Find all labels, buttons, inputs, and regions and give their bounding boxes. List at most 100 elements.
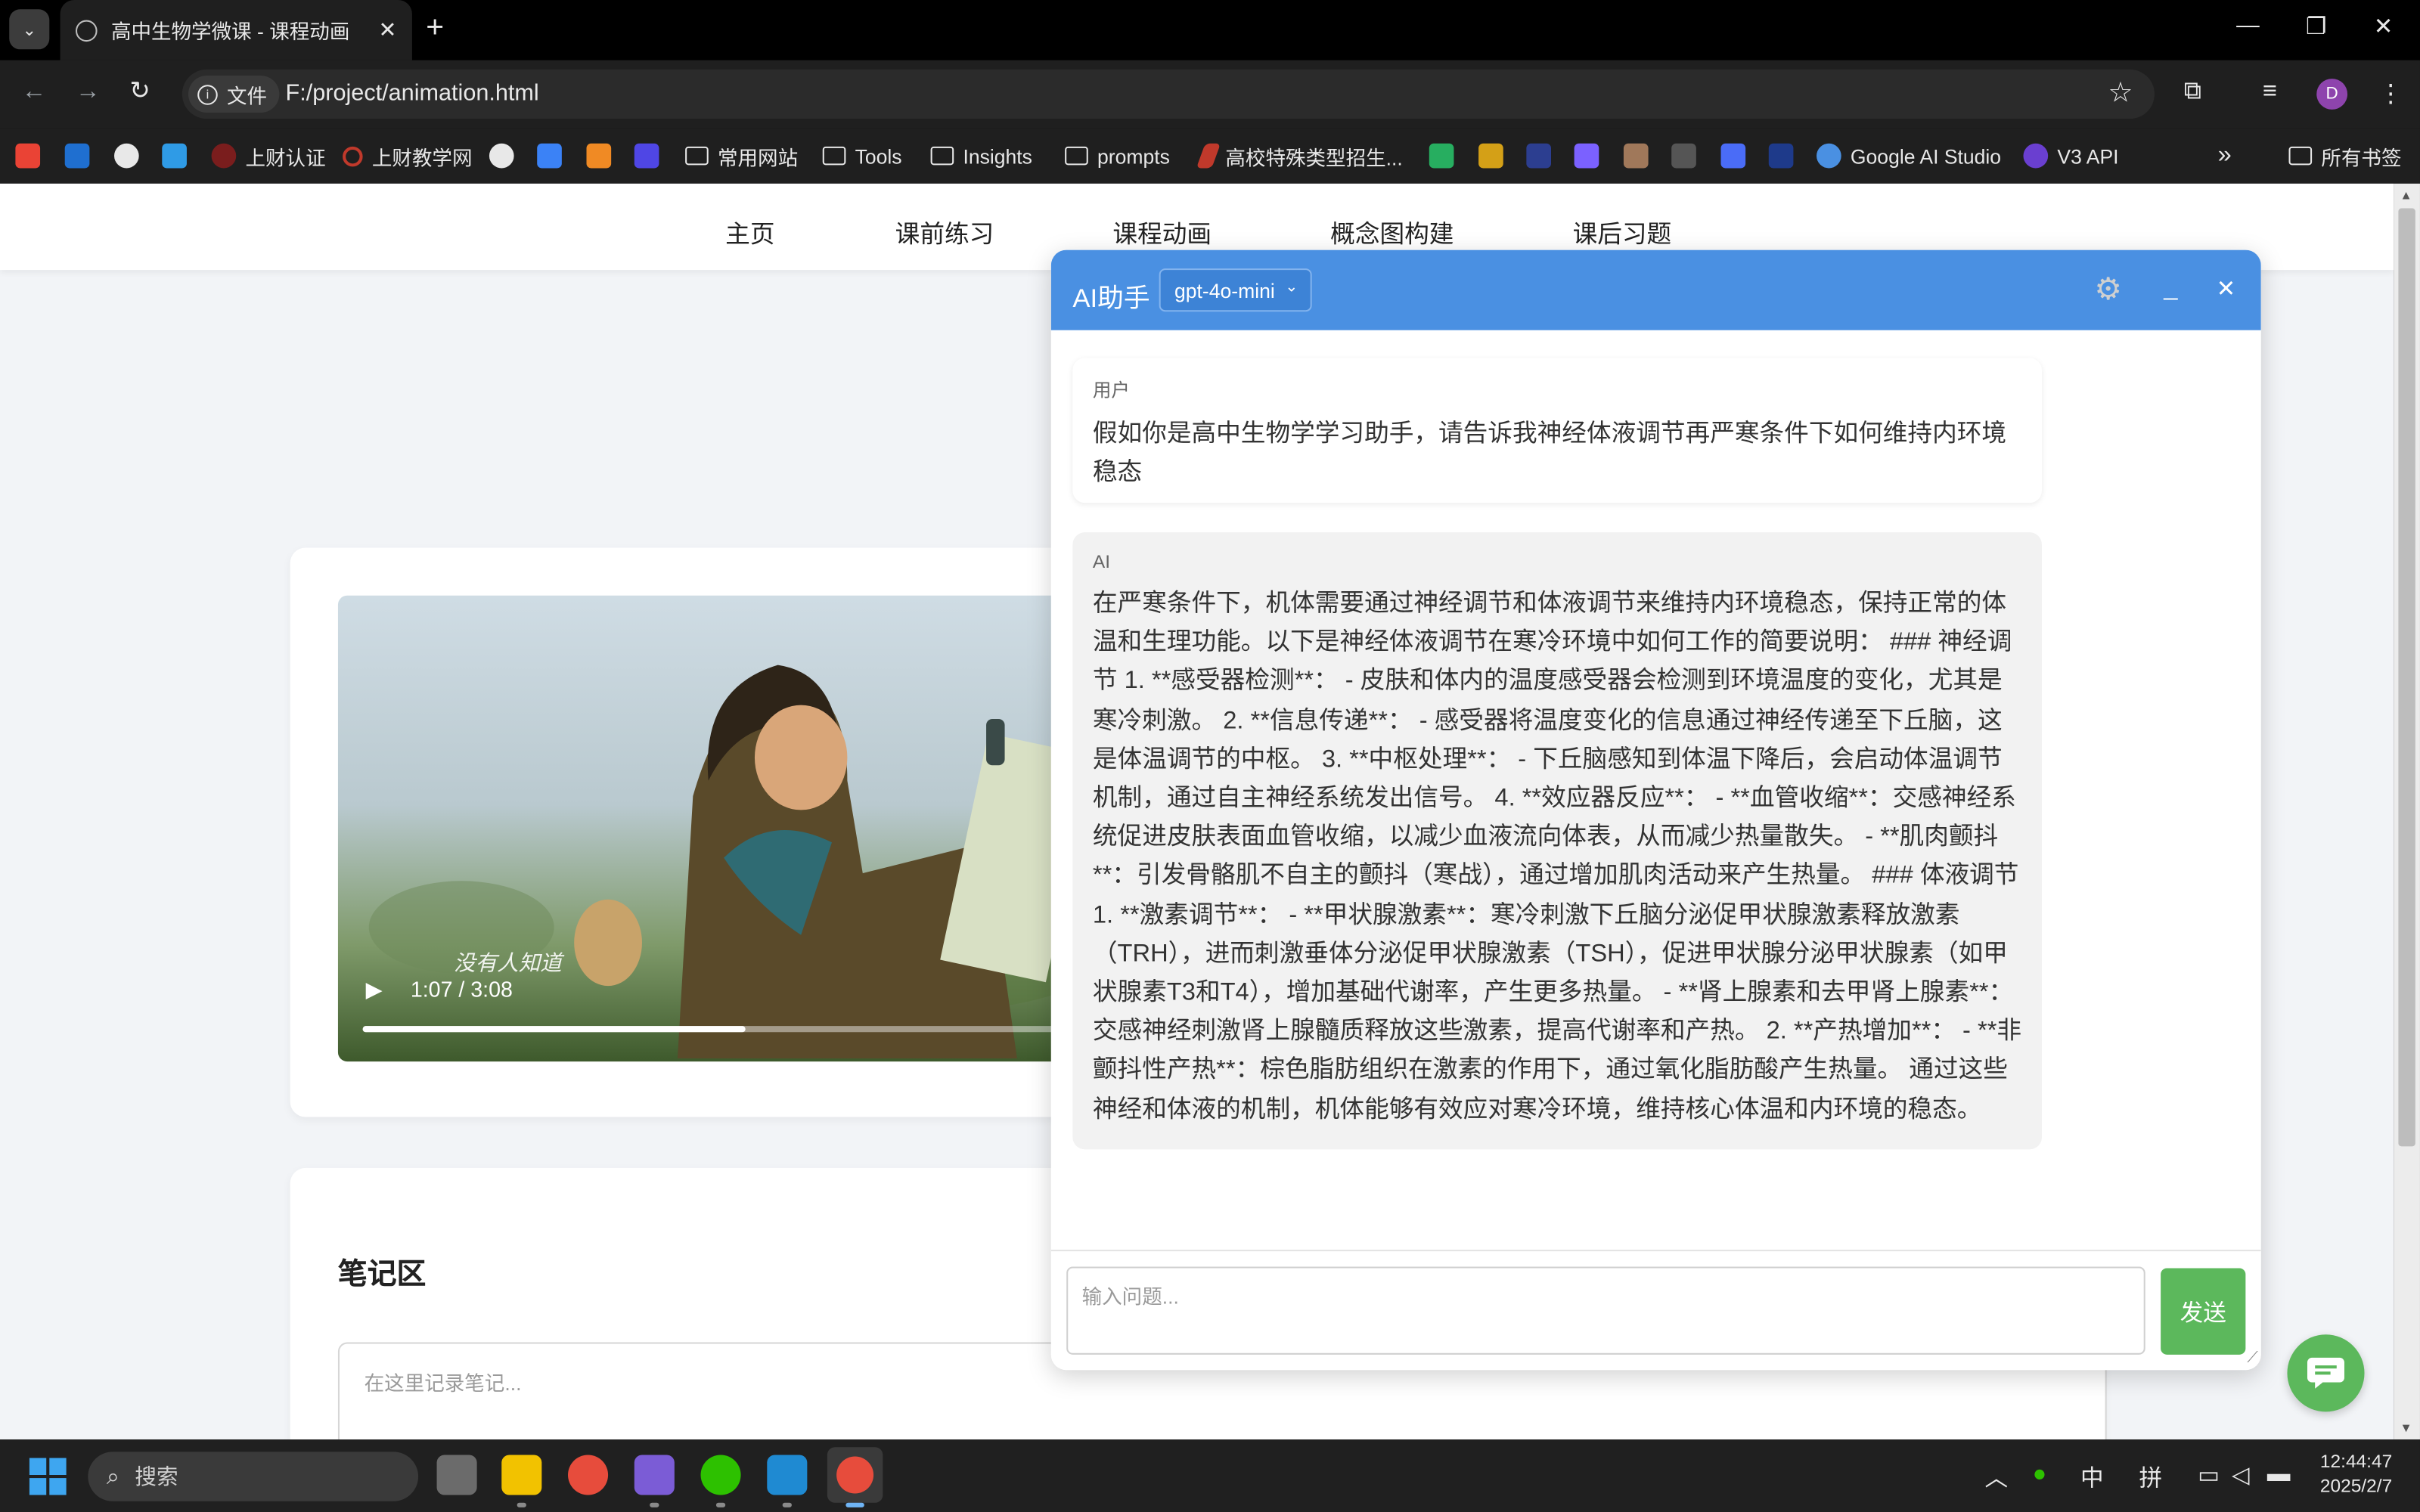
page-scrollbar[interactable]: ▲ ▼	[2394, 183, 2420, 1440]
bookmark-shangcai-teaching[interactable]: 上财教学网	[343, 141, 473, 172]
bookmark-label: Google AI Studio	[1850, 144, 2002, 168]
running-indicator	[715, 1502, 726, 1507]
gmail-icon[interactable]	[15, 141, 41, 172]
close-icon[interactable]: ✕	[2217, 274, 2236, 302]
window-minimize-icon[interactable]: —	[2236, 12, 2260, 39]
ime-pinyin-indicator[interactable]: 拼	[2139, 1461, 2163, 1494]
bookmark-shangcai-auth[interactable]: 上财认证	[211, 141, 326, 172]
window-restore-icon[interactable]: ❐	[2306, 12, 2326, 40]
app-icon-blue[interactable]	[537, 141, 562, 172]
taskbar-clock[interactable]: 12:44:47 2025/2/7	[2315, 1448, 2392, 1498]
sparkle-icon	[1817, 143, 1841, 169]
bilibili-icon[interactable]	[162, 141, 187, 172]
page-content: 主页 课前练习 课程动画 概念图构建 课后习题 没有人知道 ▶ 1:07 / 3…	[0, 183, 2394, 1440]
network-icon[interactable]: ▭	[2198, 1461, 2220, 1489]
chrome-icon[interactable]	[568, 1455, 609, 1495]
nav-home[interactable]: 主页	[725, 213, 774, 250]
bookmarks-bar: 上财认证 上财教学网 常用网站 Tools Insights prompts 高…	[0, 128, 2420, 184]
app-icon-brown[interactable]	[1623, 141, 1649, 172]
wechat-icon[interactable]	[700, 1455, 741, 1495]
bookmark-v3-api[interactable]: V3 API	[2023, 141, 2119, 172]
obsidian-icon[interactable]	[634, 1455, 675, 1495]
nav-concept-map[interactable]: 概念图构建	[1330, 213, 1454, 250]
task-view-icon[interactable]	[436, 1455, 477, 1495]
tab-close-icon[interactable]: ✕	[379, 17, 397, 43]
bookmark-folder-insights[interactable]: Insights	[930, 141, 1032, 172]
chrome-active-icon[interactable]	[827, 1447, 883, 1503]
windows-start-icon[interactable]	[29, 1458, 67, 1495]
volume-icon[interactable]: ◁	[2232, 1461, 2250, 1489]
more-bookmarks-icon[interactable]: »	[2218, 141, 2232, 172]
extensions-icon[interactable]: ⧉	[2184, 79, 2201, 107]
app-icon-yellow[interactable]	[1478, 141, 1503, 172]
bookmark-folder-common[interactable]: 常用网站	[685, 141, 798, 172]
reload-icon[interactable]: ↻	[129, 79, 150, 107]
tab-search-dropdown-icon[interactable]: ⌄	[9, 9, 50, 50]
site-info-label: 文件	[226, 84, 268, 107]
outlook-icon[interactable]	[64, 141, 90, 172]
ime-chinese-indicator[interactable]: 中	[2080, 1461, 2104, 1494]
forward-icon[interactable]: →	[76, 79, 101, 107]
folder-icon	[1065, 146, 1088, 166]
app-icon-gray[interactable]	[1671, 141, 1696, 172]
send-button[interactable]: 发送	[2161, 1268, 2246, 1355]
tray-overflow-icon[interactable]: ︿	[1984, 1461, 2008, 1494]
app-icon-green[interactable]	[1429, 141, 1454, 172]
bookmark-label: V3 API	[2057, 144, 2119, 168]
video-progress-bar[interactable]	[362, 1026, 1057, 1033]
new-tab-icon[interactable]: +	[426, 12, 444, 43]
media-control-icon[interactable]: ≡	[2263, 79, 2277, 107]
back-icon[interactable]: ←	[22, 79, 47, 107]
openai-icon[interactable]	[489, 141, 514, 172]
window-close-icon[interactable]: ✕	[2374, 12, 2394, 40]
site-info-chip[interactable]: i 文件	[188, 75, 280, 113]
question-input[interactable]: 输入问题...	[1066, 1266, 2145, 1355]
model-select[interactable]: gpt-4o-mini ⌄	[1159, 268, 1312, 312]
bookmark-label: 上财教学网	[371, 145, 473, 169]
profile-avatar[interactable]: D	[2316, 79, 2348, 110]
scroll-up-icon[interactable]: ▲	[2400, 188, 2412, 202]
gear-icon[interactable]: ⚙	[2094, 270, 2122, 308]
menu-kebab-icon[interactable]: ⋮	[2378, 79, 2403, 110]
play-icon[interactable]: ▶	[366, 977, 383, 1003]
address-bar[interactable]: i 文件 F:/project/animation.html ☆	[182, 69, 2155, 119]
video-subtitle: 没有人知道	[453, 950, 562, 975]
url-text[interactable]: F:/project/animation.html	[286, 80, 539, 107]
app-icon-indigo[interactable]	[634, 141, 659, 172]
github-icon[interactable]	[114, 141, 139, 172]
nav-animation[interactable]: 课程动画	[1112, 213, 1212, 250]
message-text: 假如你是高中生物学学习助手，请告诉我神经体液调节再严寒条件下如何维持内环境稳态	[1092, 421, 2007, 487]
nav-pre-class[interactable]: 课前练习	[895, 213, 994, 250]
video-player[interactable]: 没有人知道 ▶ 1:07 / 3:08	[337, 595, 1064, 1062]
chat-toggle-button[interactable]	[2287, 1334, 2365, 1412]
folder-icon	[822, 146, 846, 166]
nav-homework[interactable]: 课后习题	[1573, 213, 1672, 250]
app-icon-navy[interactable]	[1526, 141, 1552, 172]
bookmark-folder-tools[interactable]: Tools	[822, 141, 902, 172]
app-icon-blue-2[interactable]	[1720, 141, 1746, 172]
bookmark-folder-prompts[interactable]: prompts	[1065, 141, 1170, 172]
ai-panel-header[interactable]: AI助手 gpt-4o-mini ⌄ ⚙ _ ✕	[1050, 249, 2261, 330]
bookmark-label: 上财认证	[245, 145, 326, 169]
resize-handle-icon[interactable]: ⟋	[2247, 1350, 2257, 1367]
minimize-icon[interactable]: _	[2164, 274, 2177, 302]
bookmark-college-admission[interactable]: 高校特殊类型招生...	[1196, 141, 1403, 172]
bookmark-star-icon[interactable]: ☆	[2108, 77, 2133, 110]
user-message: 用户 假如你是高中生物学学习助手，请告诉我神经体液调节再严寒条件下如何维持内环境…	[1072, 358, 2042, 503]
app-icon-orange[interactable]	[586, 141, 612, 172]
bookmark-folder-all[interactable]: 所有书签	[2288, 141, 2402, 172]
bookmark-label: 高校特殊类型招生...	[1225, 145, 1403, 169]
folder-icon	[685, 146, 709, 166]
file-explorer-icon[interactable]	[501, 1455, 542, 1495]
bookmark-google-ai-studio[interactable]: Google AI Studio	[1817, 141, 2001, 172]
app-icon-purple[interactable]	[1574, 141, 1599, 172]
battery-icon[interactable]: ▬	[2267, 1461, 2291, 1488]
app-icon-dark[interactable]	[1768, 141, 1794, 172]
bookmark-label: 常用网站	[717, 145, 799, 169]
browser-tab[interactable]: 高中生物学微课 - 课程动画 ✕	[60, 0, 412, 60]
scroll-down-icon[interactable]: ▼	[2400, 1421, 2412, 1435]
taskbar-search[interactable]: ⌕ 搜索	[88, 1452, 419, 1501]
vscode-icon[interactable]	[767, 1455, 808, 1495]
scrollbar-thumb[interactable]	[2398, 208, 2415, 1147]
wechat-tray-icon[interactable]: ●	[2033, 1461, 2046, 1488]
